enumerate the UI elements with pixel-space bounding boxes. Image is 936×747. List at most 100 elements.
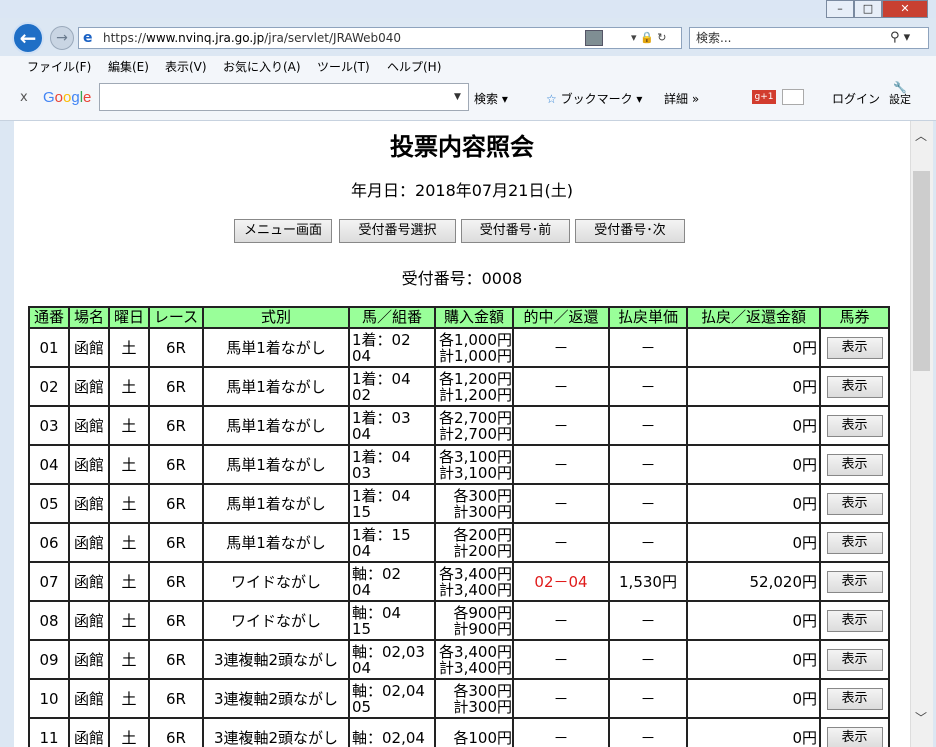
scroll-thumb[interactable] [913, 171, 930, 371]
bookmark-label: ブックマーク ▾ [560, 92, 643, 106]
amount-total: 計2,700円 [439, 424, 512, 443]
cell-venue: 函館 [68, 522, 110, 563]
google-search-button[interactable]: 検索 ▾ [474, 90, 508, 107]
receipt-select-button[interactable]: 受付番号選択 [339, 219, 456, 243]
cell-venue: 函館 [68, 366, 110, 407]
show-ticket-button[interactable]: 表示 [826, 453, 883, 476]
bookmark-button[interactable]: ☆ ブックマーク ▾ [546, 90, 642, 107]
cell-hit: － [512, 522, 610, 563]
page-title: 投票内容照会 [390, 133, 534, 161]
cell-payout: 0円 [686, 678, 821, 719]
table-header-row: 通番 場名 曜日 レース 式別 馬／組番 購入金額 的中／返還 払戻単価 払戻／… [28, 306, 890, 329]
show-ticket-button[interactable]: 表示 [826, 492, 883, 515]
cell-no: 02 [28, 366, 70, 407]
cell-no: 05 [28, 483, 70, 524]
login-button[interactable]: ログイン [832, 90, 880, 107]
scroll-up-icon[interactable]: ︿ [915, 127, 927, 144]
show-ticket-button[interactable]: 表示 [826, 336, 883, 359]
toggle-switch[interactable] [782, 89, 804, 105]
show-ticket-button[interactable]: 表示 [826, 726, 883, 747]
cell-no: 06 [28, 522, 70, 563]
show-ticket-button[interactable]: 表示 [826, 609, 883, 632]
header-venue: 場名 [68, 306, 110, 329]
detail-button[interactable]: 詳細 » [664, 90, 699, 107]
cell-amount: 各300円 計300円 [434, 483, 514, 524]
url-text[interactable]: https://www.nvinq.jra.go.jp/jra/servlet/… [103, 28, 401, 48]
cell-payout: 0円 [686, 444, 821, 485]
settings-label: 設定 [889, 93, 911, 106]
cell-type: 馬単1着ながし [202, 444, 350, 485]
menu-file[interactable]: ファイル(F) [27, 56, 91, 78]
cell-type: 馬単1着ながし [202, 405, 350, 446]
cell-type: ワイドながし [202, 561, 350, 602]
cell-ticket: 表示 [819, 444, 890, 485]
table-row: 04 函館土 6R 馬単1着ながし 1着：04 03 各3,100円 計3,100円－－ 0円表… [28, 444, 890, 485]
cell-ticket: 表示 [819, 405, 890, 446]
browser-search-box[interactable]: 検索... ⚲ ▾ [689, 27, 929, 49]
amount-total: 計3,400円 [439, 580, 512, 599]
close-window-button[interactable]: ✕ [882, 0, 928, 18]
menu-help[interactable]: ヘルプ(H) [387, 56, 441, 78]
header-ticket: 馬券 [819, 306, 890, 329]
cell-hit: － [512, 444, 610, 485]
address-bar[interactable]: e https://www.nvinq.jra.go.jp/jra/servle… [78, 27, 682, 49]
search-icon[interactable]: ⚲ ▾ [890, 28, 910, 48]
cell-venue: 函館 [68, 405, 110, 446]
cell-ticket: 表示 [819, 327, 890, 368]
menu-tools[interactable]: ツール(T) [317, 56, 370, 78]
cell-amount: 各3,400円 計3,400円 [434, 561, 514, 602]
amount-total: 計3,100円 [439, 463, 512, 482]
receipt-number: 受付番号：0008 [401, 269, 523, 288]
toolbar-close-icon[interactable]: x [20, 90, 28, 105]
show-ticket-button[interactable]: 表示 [826, 570, 883, 593]
receipt-prev-button[interactable]: 受付番号･前 [461, 219, 570, 243]
compatibility-view-icon[interactable] [585, 30, 603, 46]
amount-total: 計300円 [453, 697, 512, 716]
search-dropdown-icon[interactable]: ▼ [454, 92, 461, 102]
url-path: /jra/servlet/JRAWeb040 [264, 31, 402, 45]
cell-no: 08 [28, 600, 70, 641]
google-plus-icon[interactable]: g+1 [752, 90, 776, 104]
menu-edit[interactable]: 編集(E) [108, 56, 149, 78]
show-ticket-button[interactable]: 表示 [826, 531, 883, 554]
cell-combo: 軸：02 04 [348, 561, 436, 602]
show-ticket-button[interactable]: 表示 [826, 375, 883, 398]
show-ticket-button[interactable]: 表示 [826, 687, 883, 710]
minimize-button[interactable]: – [826, 0, 854, 18]
amount-total: 計1,200円 [439, 385, 512, 404]
cell-combo: 1着：03 04 [348, 405, 436, 446]
back-button[interactable]: ← [12, 22, 44, 54]
url-host: www.nvinq.jra.go.jp [146, 31, 265, 45]
combo-line2: 04 [352, 424, 372, 443]
menu-screen-button[interactable]: メニュー画面 [234, 219, 332, 243]
cell-amount: 各900円 計900円 [434, 600, 514, 641]
cell-race: 6R [148, 639, 204, 680]
cell-day: 土 [108, 522, 150, 563]
url-scheme: https:// [103, 31, 147, 45]
cell-no: 11 [28, 717, 70, 747]
page-content: 投票内容照会 年月日：2018年07月21日(土) メニュー画面 受付番号選択 … [14, 121, 910, 747]
cell-day: 土 [108, 366, 150, 407]
forward-button[interactable]: → [50, 26, 74, 50]
cell-amount: 各300円 計300円 [434, 678, 514, 719]
google-search-input[interactable] [99, 83, 469, 111]
table-row: 08 函館土 6R ワイドながし 軸：04 15 各900円 計900円－－ 0円 表示 [28, 600, 890, 641]
settings-button[interactable]: 🔧 設定 [889, 82, 911, 106]
maximize-button[interactable]: □ [854, 0, 882, 18]
show-ticket-button[interactable]: 表示 [826, 648, 883, 671]
header-payout: 払戻／返還金額 [686, 306, 821, 329]
scroll-down-icon[interactable]: ﹀ [915, 709, 927, 726]
receipt-next-button[interactable]: 受付番号･次 [575, 219, 685, 243]
vertical-scrollbar[interactable]: ︿ ﹀ [910, 121, 933, 747]
cell-unit: － [608, 405, 688, 446]
menu-favorites[interactable]: お気に入り(A) [223, 56, 301, 78]
cell-payout: 0円 [686, 600, 821, 641]
cell-hit: － [512, 717, 610, 747]
cell-combo: 1着：02 04 [348, 327, 436, 368]
cell-type: 3連複軸2頭ながし [202, 639, 350, 680]
menu-view[interactable]: 表示(V) [165, 56, 207, 78]
amount-total: 計200円 [453, 541, 512, 560]
header-no: 通番 [28, 306, 70, 329]
show-ticket-button[interactable]: 表示 [826, 414, 883, 437]
lock-refresh-icons[interactable]: ▾ 🔒 ↻ [631, 28, 666, 48]
